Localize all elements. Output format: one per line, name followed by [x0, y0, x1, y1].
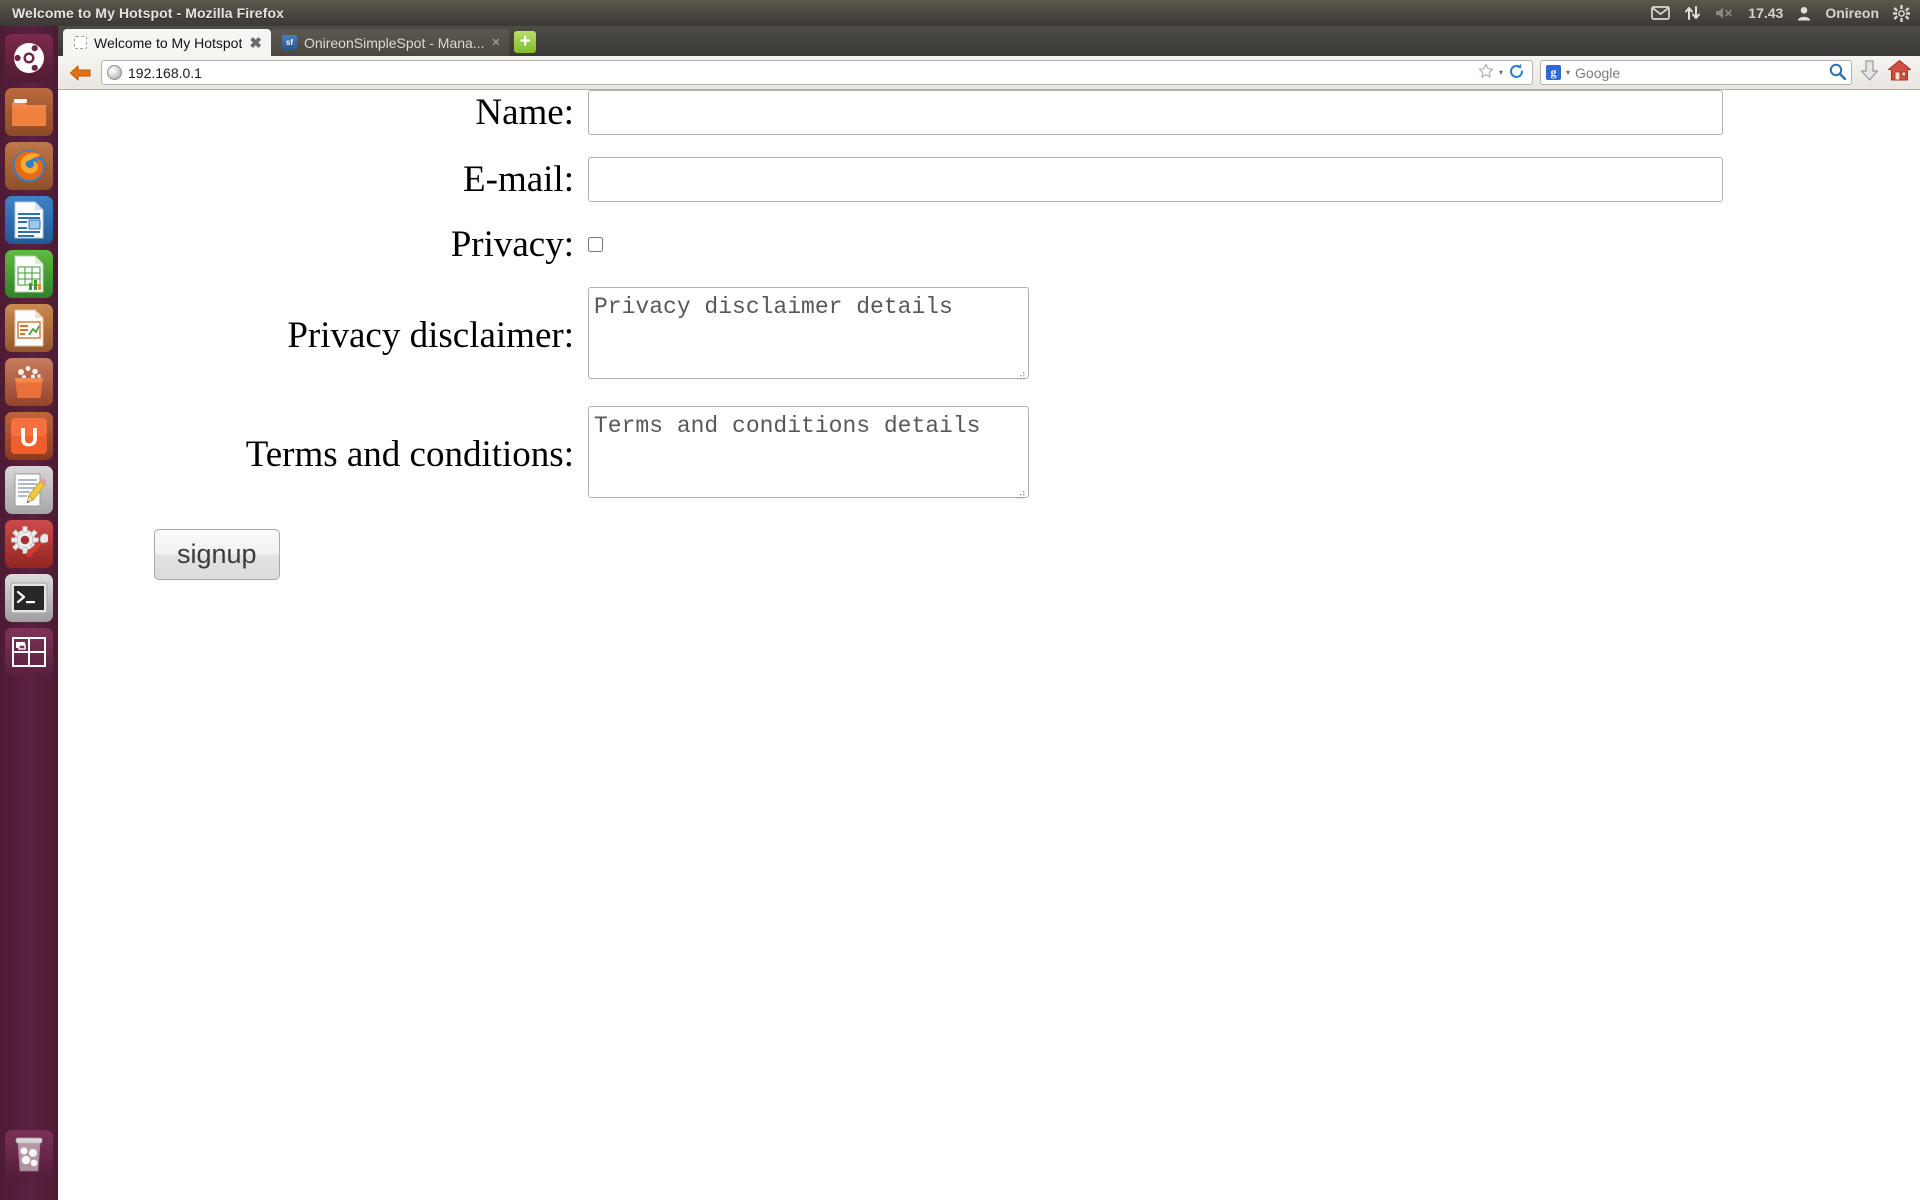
row-spacer	[58, 265, 1723, 287]
system-tray: 17.43 Onireon	[1651, 4, 1920, 22]
launcher-item-dash-home[interactable]	[5, 34, 53, 82]
page-content: Name: E-mail: Privacy: Privacy disclaime…	[58, 90, 1920, 1200]
unity-launcher: U	[0, 26, 58, 1200]
form-row-terms-conditions: Terms and conditions: Terms and conditio…	[58, 406, 1723, 503]
close-icon[interactable]: ×	[491, 34, 500, 51]
home-button[interactable]	[1887, 59, 1912, 87]
tab-welcome-to-my-hotspot[interactable]: Welcome to My Hotspot ✖	[63, 29, 271, 56]
volume-muted-icon[interactable]	[1715, 6, 1734, 20]
launcher-item-workspace-switcher[interactable]	[5, 628, 53, 676]
tab-bar: Welcome to My Hotspot ✖ sf OnireonSimple…	[58, 26, 1920, 56]
launcher-item-system-settings[interactable]	[5, 520, 53, 568]
navigation-toolbar: 192.168.0.1 ▾ g ▾ Google	[58, 56, 1920, 90]
google-logo-icon: g	[1546, 65, 1561, 80]
cell-privacy-disclaimer-textarea: Privacy disclaimer details	[588, 287, 1723, 384]
clock[interactable]: 17.43	[1748, 5, 1783, 21]
gear-icon[interactable]	[1893, 4, 1910, 22]
url-bar[interactable]: 192.168.0.1 ▾	[101, 60, 1533, 85]
label-privacy-disclaimer: Privacy disclaimer:	[287, 315, 574, 357]
unity-top-panel: Welcome to My Hotspot - Mozilla Firefox …	[0, 0, 1920, 26]
cell-name-input	[588, 90, 1723, 135]
cell-email-input	[588, 157, 1723, 202]
sf-favicon-icon: sf	[281, 35, 297, 50]
label-email: E-mail:	[463, 158, 574, 200]
privacy-disclaimer-textarea[interactable]: Privacy disclaimer details	[588, 287, 1029, 380]
ubuntu-logo-icon	[14, 43, 44, 73]
row-spacer	[58, 135, 1723, 157]
envelope-icon[interactable]	[1651, 6, 1671, 20]
email-input[interactable]	[588, 157, 1723, 202]
launcher-item-software-center[interactable]	[5, 358, 53, 406]
firefox-window: Welcome to My Hotspot ✖ sf OnireonSimple…	[58, 26, 1920, 1200]
window-title: Welcome to My Hotspot - Mozilla Firefox	[12, 5, 284, 21]
signup-form: Name: E-mail: Privacy: Privacy disclaime…	[58, 90, 1920, 581]
chevron-down-icon[interactable]: ▾	[1499, 68, 1503, 77]
shopping-bag-icon	[15, 366, 43, 398]
tab-label: OnireonSimpleSpot - Mana...	[303, 34, 485, 51]
trash-bin-icon	[15, 1137, 43, 1172]
form-row-email: E-mail:	[58, 157, 1723, 202]
search-bar[interactable]: g ▾ Google	[1540, 60, 1852, 85]
row-spacer	[58, 384, 1723, 406]
pencil-document-icon	[14, 473, 46, 507]
launcher-item-firefox[interactable]	[5, 142, 53, 190]
launcher-item-files[interactable]	[5, 88, 53, 136]
back-button[interactable]	[66, 60, 94, 86]
home-icon	[1887, 59, 1912, 81]
blank-page-icon	[74, 36, 87, 49]
spreadsheet-icon	[14, 255, 44, 293]
label-privacy: Privacy:	[450, 224, 574, 265]
terminal-icon	[10, 582, 48, 614]
launcher-item-terminal[interactable]	[5, 574, 53, 622]
url-text: 192.168.0.1	[128, 64, 202, 81]
form-table: Name: E-mail: Privacy: Privacy disclaime…	[58, 90, 1723, 503]
url-bar-actions: ▾	[1478, 63, 1527, 83]
username[interactable]: Onireon	[1825, 5, 1879, 21]
name-input[interactable]	[588, 90, 1723, 135]
globe-icon	[107, 65, 122, 80]
launcher-item-libreoffice-writer[interactable]	[5, 196, 53, 244]
tab-onireonsimplespot[interactable]: sf OnireonSimpleSpot - Mana... ×	[270, 29, 510, 56]
label-terms-conditions: Terms and conditions:	[245, 434, 574, 476]
launcher-item-libreoffice-impress[interactable]	[5, 304, 53, 352]
reload-icon[interactable]	[1508, 63, 1525, 83]
ubuntu-one-u-icon: U	[11, 418, 47, 454]
signup-button[interactable]: signup	[154, 529, 280, 581]
chevron-down-icon[interactable]: ▾	[1566, 68, 1570, 77]
svg-text:U: U	[20, 422, 39, 452]
form-row-name: Name:	[58, 90, 1723, 135]
launcher-item-ubuntu-one[interactable]: U	[5, 412, 53, 460]
star-icon[interactable]	[1478, 63, 1494, 82]
workspace-grid-icon	[12, 637, 46, 667]
magnifier-icon[interactable]	[1829, 63, 1847, 83]
document-icon	[14, 201, 44, 239]
form-row-privacy-disclaimer: Privacy disclaimer: Privacy disclaimer d…	[58, 287, 1723, 384]
folder-icon	[12, 99, 46, 126]
search-placeholder: Google	[1575, 64, 1621, 81]
launcher-item-trash[interactable]	[5, 1130, 53, 1178]
launcher-item-libreoffice-calc[interactable]	[5, 250, 53, 298]
form-row-privacy: Privacy:	[58, 224, 1723, 265]
back-arrow-icon	[69, 64, 91, 81]
new-tab-button[interactable]: +	[514, 31, 537, 53]
terms-conditions-textarea[interactable]: Terms and conditions details	[588, 406, 1029, 499]
network-updown-icon[interactable]	[1684, 5, 1701, 21]
cell-terms-conditions-textarea: Terms and conditions details	[588, 406, 1723, 503]
launcher-item-text-editor[interactable]	[5, 466, 53, 514]
tab-label: Welcome to My Hotspot	[94, 34, 243, 51]
presentation-icon	[14, 309, 44, 347]
downloads-button[interactable]	[1859, 59, 1880, 87]
privacy-checkbox[interactable]	[588, 236, 603, 252]
cell-privacy-checkbox	[588, 224, 1723, 265]
user-icon[interactable]	[1797, 6, 1811, 21]
label-name: Name:	[475, 91, 574, 133]
close-icon[interactable]: ✖	[249, 34, 262, 52]
download-arrow-icon	[1860, 59, 1879, 81]
gear-wrench-icon	[11, 526, 48, 557]
row-spacer	[58, 202, 1723, 224]
firefox-icon	[13, 150, 45, 182]
